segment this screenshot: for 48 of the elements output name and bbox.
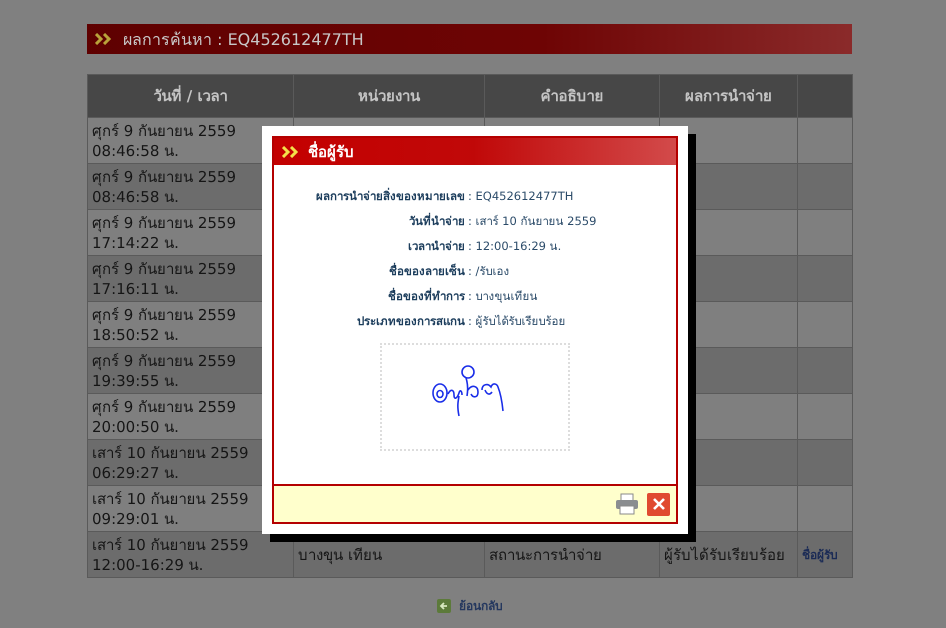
column-header: ผลการนำจ่าย xyxy=(660,74,798,118)
double-chevron-icon xyxy=(95,33,113,45)
office-text: บางขุน เทียน xyxy=(298,546,382,564)
field-label: ผลการนำจ่ายสิ่งของหมายเลข xyxy=(315,187,465,205)
table-cell xyxy=(798,440,852,486)
table-cell xyxy=(798,210,852,256)
field-value: : เสาร์ 10 กันยายน 2559 xyxy=(468,213,598,230)
table-cell xyxy=(798,302,852,348)
recipient-link[interactable]: ชื่อผู้รับ xyxy=(802,548,838,562)
column-header: คำอธิบาย xyxy=(484,74,660,118)
page-title: ผลการค้นหา : EQ452612477TH xyxy=(123,28,364,50)
close-button[interactable] xyxy=(647,492,670,516)
field-label: เวลานำจ่าย xyxy=(407,238,465,255)
table-cell xyxy=(798,256,852,302)
table-cell xyxy=(798,348,852,394)
date-time-text: เสาร์ 10 กันยายน 2559 12:00-16:29 น. xyxy=(92,536,249,574)
field-label: ชื่อของที่ทำการ xyxy=(387,287,465,305)
date-time-text: ศุกร์ 9 กันยายน 2559 08:46:58 น. xyxy=(92,122,236,160)
back-arrow-icon xyxy=(437,598,451,612)
column-header: วันที่ / เวลา xyxy=(88,74,294,118)
date-time-text: ศุกร์ 9 กันยายน 2559 08:46:58 น. xyxy=(92,168,236,206)
date-time-text: เสาร์ 10 กันยายน 2559 09:29:01 น. xyxy=(92,490,249,528)
table-cell xyxy=(798,118,852,164)
field-value: : EQ452612477TH xyxy=(468,188,574,205)
dialog-title: ชื่อผู้รับ xyxy=(308,140,354,164)
date-time-text: ศุกร์ 9 กันยายน 2559 20:00:50 น. xyxy=(92,398,236,436)
column-header xyxy=(798,74,852,118)
field-value: : 12:00-16:29 น. xyxy=(468,238,562,255)
field-label: ชื่อของลายเซ็น xyxy=(388,262,465,280)
column-header: หน่วยงาน xyxy=(294,74,484,118)
field-label: วันที่นำจ่าย xyxy=(408,212,465,230)
description-text: สถานะการนำจ่าย xyxy=(489,546,602,564)
result-text: ผู้รับได้รับเรียบร้อย xyxy=(664,546,785,564)
printer-icon[interactable] xyxy=(615,493,639,515)
table-cell xyxy=(798,394,852,440)
field-value: : /รับเอง xyxy=(468,263,510,280)
field-value: : บางขุนเทียน xyxy=(468,288,539,305)
double-chevron-icon xyxy=(282,146,300,158)
field-label: ประเภทของการสแกน xyxy=(356,313,465,330)
table-cell xyxy=(798,164,852,210)
date-time-text: ศุกร์ 9 กันยายน 2559 17:14:22 น. xyxy=(92,214,236,252)
back-link[interactable]: ย้อนกลับ xyxy=(459,596,503,615)
date-time-text: ศุกร์ 9 กันยายน 2559 18:50:52 น. xyxy=(92,306,236,344)
close-icon xyxy=(652,498,664,510)
date-time-text: ศุกร์ 9 กันยายน 2559 17:16:11 น. xyxy=(92,260,236,298)
date-time-text: ศุกร์ 9 กันยายน 2559 19:39:55 น. xyxy=(92,352,236,390)
date-time-text: เสาร์ 10 กันยายน 2559 06:29:27 น. xyxy=(92,444,249,482)
field-value: : ผู้รับได้รับเรียบร้อย xyxy=(468,313,567,330)
